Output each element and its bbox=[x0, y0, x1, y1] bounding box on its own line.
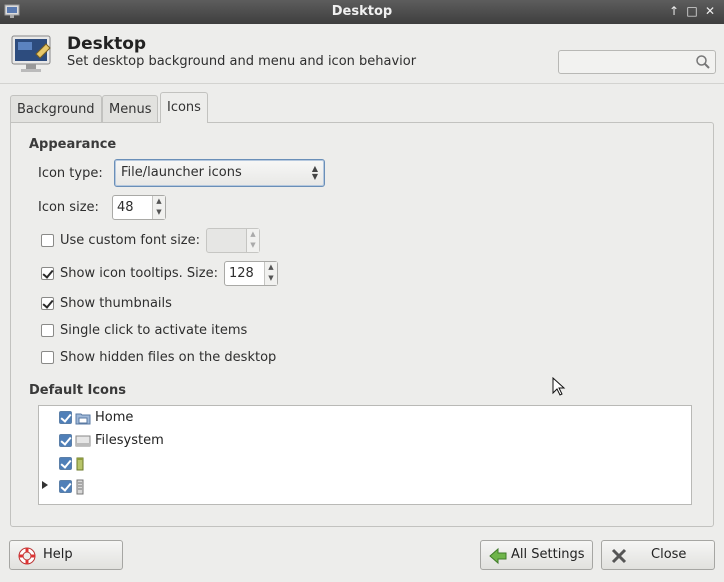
page-title: Desktop bbox=[67, 34, 147, 54]
search-input[interactable] bbox=[558, 50, 716, 74]
tab-icons-label: Icons bbox=[167, 100, 201, 115]
tooltip-size-value: 128 bbox=[229, 266, 254, 281]
home-label: Home bbox=[95, 410, 134, 425]
list-item-removable[interactable] bbox=[39, 476, 691, 498]
icon-type-select[interactable]: File/launcher icons ▲ ▼ bbox=[114, 159, 325, 187]
icon-size-label: Icon size: bbox=[38, 200, 99, 215]
tooltip-size-spinner[interactable]: 128 ▲ ▼ bbox=[224, 261, 278, 286]
close-window-icon[interactable]: ✕ bbox=[702, 3, 718, 20]
mouse-cursor-icon bbox=[552, 377, 566, 396]
tab-background-label: Background bbox=[17, 102, 95, 117]
restore-icon[interactable]: □ bbox=[684, 3, 700, 20]
custom-font-checkbox[interactable] bbox=[41, 234, 54, 247]
hidden-files-label: Show hidden files on the desktop bbox=[60, 350, 277, 365]
combo-arrows-icon: ▲ ▼ bbox=[311, 164, 318, 181]
single-click-checkbox[interactable] bbox=[41, 324, 54, 337]
list-item-trash[interactable] bbox=[39, 453, 691, 475]
close-label: Close bbox=[651, 547, 687, 562]
icon-type-value: File/launcher icons bbox=[121, 165, 242, 180]
maximize-up-icon[interactable]: ↑ bbox=[666, 3, 682, 20]
icon-size-value: 48 bbox=[117, 200, 134, 215]
removable-drive-icon bbox=[76, 479, 84, 495]
default-icons-list[interactable]: Home Filesystem bbox=[38, 405, 692, 505]
icon-size-stepper[interactable]: ▲ ▼ bbox=[152, 196, 165, 219]
icon-size-spinner[interactable]: 48 ▲ ▼ bbox=[112, 195, 166, 220]
trash-checkbox[interactable] bbox=[59, 457, 72, 470]
tooltip-size-stepper[interactable]: ▲ ▼ bbox=[264, 262, 277, 285]
hidden-files-checkbox[interactable] bbox=[41, 351, 54, 364]
trash-icon bbox=[76, 457, 84, 471]
search-clear-icon[interactable] bbox=[695, 54, 711, 70]
icon-type-label: Icon type: bbox=[38, 166, 103, 181]
home-checkbox[interactable] bbox=[59, 411, 72, 424]
thumbnails-checkbox[interactable] bbox=[41, 297, 54, 310]
page-subtitle: Set desktop background and menu and icon… bbox=[67, 54, 417, 69]
help-label: Help bbox=[43, 547, 73, 562]
custom-font-label: Use custom font size: bbox=[60, 233, 201, 248]
settings-window: Desktop ↑ □ ✕ Desktop Set desktop backgr… bbox=[0, 0, 724, 582]
default-icons-heading: Default Icons bbox=[29, 383, 126, 398]
tooltips-label: Show icon tooltips. Size: bbox=[60, 266, 218, 281]
dialog-header: Desktop Set desktop background and menu … bbox=[0, 24, 724, 84]
filesystem-checkbox[interactable] bbox=[59, 434, 72, 447]
tab-background[interactable]: Background bbox=[10, 95, 102, 123]
tooltips-checkbox[interactable] bbox=[41, 267, 54, 280]
title-bar[interactable]: Desktop ↑ □ ✕ bbox=[0, 0, 724, 24]
help-button[interactable]: Help bbox=[9, 540, 123, 570]
single-click-label: Single click to activate items bbox=[60, 323, 248, 338]
all-settings-button[interactable]: All Settings bbox=[480, 540, 593, 570]
close-x-icon bbox=[611, 548, 627, 564]
appearance-heading: Appearance bbox=[29, 137, 117, 152]
back-arrow-icon bbox=[489, 547, 507, 565]
folder-home-icon bbox=[75, 413, 91, 425]
window-title: Desktop bbox=[331, 4, 393, 19]
all-settings-label: All Settings bbox=[511, 547, 585, 562]
tab-icons[interactable]: Icons bbox=[160, 92, 208, 123]
tab-menus-label: Menus bbox=[109, 102, 152, 117]
thumbnails-label: Show thumbnails bbox=[60, 296, 172, 311]
lifebuoy-icon bbox=[18, 547, 36, 565]
list-item-home[interactable]: Home bbox=[39, 407, 691, 429]
desktop-settings-icon bbox=[11, 35, 51, 72]
removable-checkbox[interactable] bbox=[59, 480, 72, 493]
expander-icon[interactable] bbox=[42, 481, 48, 489]
drive-icon bbox=[75, 435, 91, 447]
close-button[interactable]: Close bbox=[601, 540, 715, 570]
custom-font-stepper[interactable]: ▲ ▼ bbox=[246, 229, 259, 252]
filesystem-label: Filesystem bbox=[95, 433, 164, 448]
tab-menus[interactable]: Menus bbox=[102, 95, 159, 123]
list-item-filesystem[interactable]: Filesystem bbox=[39, 430, 691, 452]
custom-font-spinner[interactable]: ▲ ▼ bbox=[206, 228, 260, 253]
